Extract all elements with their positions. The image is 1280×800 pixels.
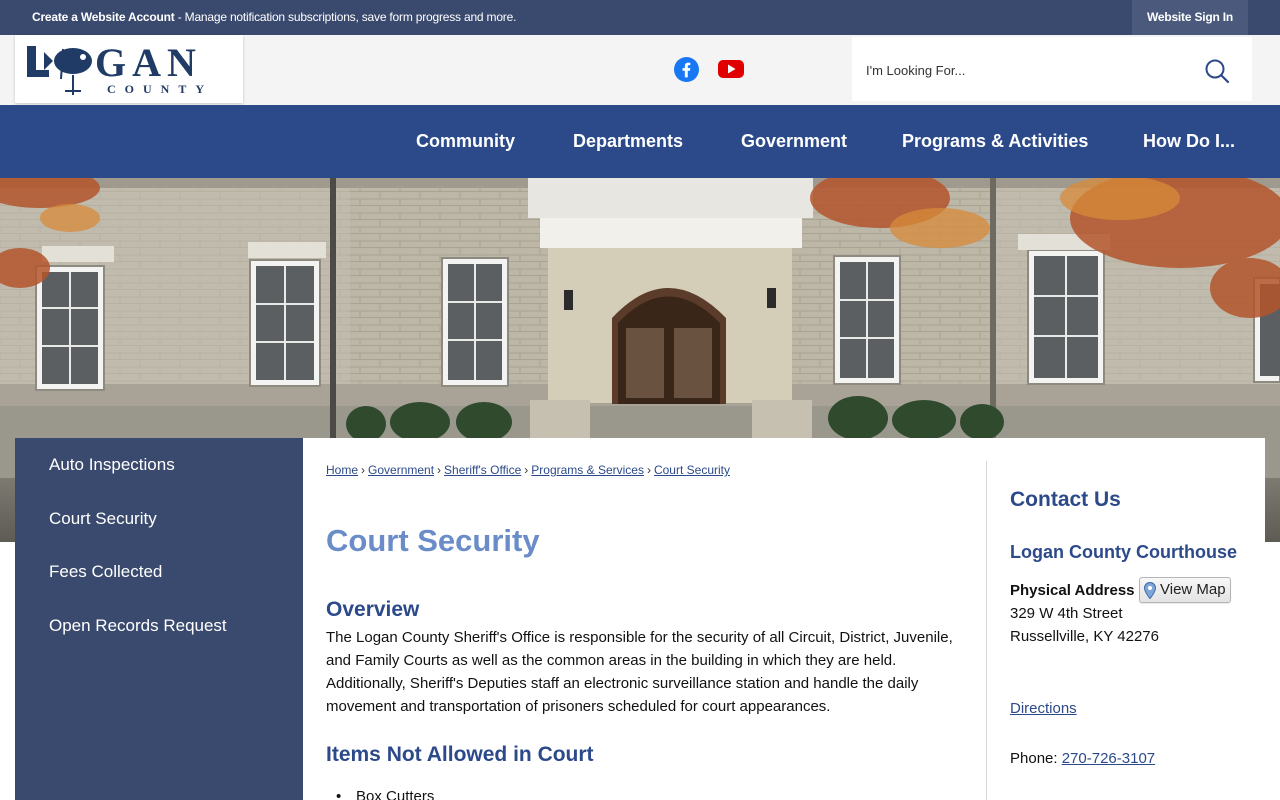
nav-departments[interactable]: Departments [573, 105, 683, 178]
nav-how-do-i[interactable]: How Do I... [1143, 105, 1235, 178]
breadcrumb-government[interactable]: Government [368, 463, 434, 477]
sidebar-item-fees-collected[interactable]: Fees Collected [49, 562, 162, 582]
search-input[interactable] [866, 59, 1166, 81]
list-item: Box Cutters [326, 788, 434, 800]
account-description: - Manage notification subscriptions, sav… [174, 10, 517, 24]
search-icon[interactable] [1204, 58, 1230, 84]
view-map-button[interactable]: View Map [1139, 577, 1231, 603]
youtube-icon [718, 60, 744, 78]
nav-programs-activities[interactable]: Programs & Activities [902, 105, 1088, 178]
nav-community[interactable]: Community [416, 105, 515, 178]
svg-text:COUNTY: COUNTY [107, 82, 213, 96]
website-sign-in-button[interactable]: Website Sign In [1132, 0, 1248, 35]
logan-county-logo[interactable]: GAN COUNTY [15, 35, 243, 103]
breadcrumb-separator: › [437, 463, 442, 477]
breadcrumb-programs-services[interactable]: Programs & Services [531, 463, 644, 477]
sidebar-nav: Auto Inspections Court Security Fees Col… [15, 438, 303, 800]
sidebar-item-open-records-request[interactable]: Open Records Request [49, 616, 227, 636]
overview-heading: Overview [326, 598, 420, 621]
breadcrumb-separator: › [646, 463, 651, 477]
breadcrumb-home[interactable]: Home [326, 463, 358, 477]
account-message[interactable]: Create a Website Account - Manage notifi… [32, 10, 516, 24]
view-map-label: View Map [1160, 581, 1226, 598]
site-header: GAN COUNTY [0, 35, 1280, 105]
column-divider [986, 461, 987, 800]
main-content: Home › Government › Sheriff's Office › Program… [303, 438, 1265, 800]
breadcrumb: Home › Government › Sheriff's Office › Program… [326, 463, 730, 477]
facebook-link[interactable] [674, 57, 699, 87]
main-navigation: Community Departments Government Program… [0, 105, 1280, 178]
youtube-link[interactable] [718, 59, 744, 84]
sidebar-item-court-security[interactable]: Court Security [49, 509, 157, 529]
search-bar [852, 37, 1252, 101]
contact-location-name: Logan County Courthouse [1010, 542, 1237, 562]
page-title: Court Security [326, 523, 540, 558]
breadcrumb-sheriffs-office[interactable]: Sheriff's Office [444, 463, 521, 477]
nav-government[interactable]: Government [741, 105, 847, 178]
breadcrumb-separator: › [524, 463, 529, 477]
map-pin-icon [1144, 582, 1156, 599]
items-not-allowed-heading: Items Not Allowed in Court [326, 743, 594, 766]
overview-text: The Logan County Sheriff's Office is res… [326, 629, 953, 715]
sidebar-item-auto-inspections[interactable]: Auto Inspections [49, 455, 175, 475]
city-state-zip: Russellville, KY 42276 [1010, 628, 1159, 645]
logo-graphic: GAN COUNTY [27, 40, 213, 96]
svg-text:GAN: GAN [95, 40, 202, 85]
phone-label: Phone: [1010, 750, 1062, 767]
street-address: 329 W 4th Street [1010, 605, 1123, 622]
phone-line: Phone: 270-726-3107 [1010, 750, 1155, 767]
phone-link[interactable]: 270-726-3107 [1062, 750, 1155, 767]
items-list: Box Cutters [326, 788, 434, 800]
physical-address-label: Physical Address [1010, 582, 1135, 599]
contact-us-heading: Contact Us [1010, 488, 1121, 511]
breadcrumb-court-security[interactable]: Court Security [654, 463, 730, 477]
create-account-link[interactable]: Create a Website Account [32, 10, 175, 24]
breadcrumb-separator: › [361, 463, 366, 477]
directions-link[interactable]: Directions [1010, 700, 1077, 717]
utility-bar: Create a Website Account - Manage notifi… [0, 0, 1280, 35]
facebook-icon [674, 57, 699, 82]
